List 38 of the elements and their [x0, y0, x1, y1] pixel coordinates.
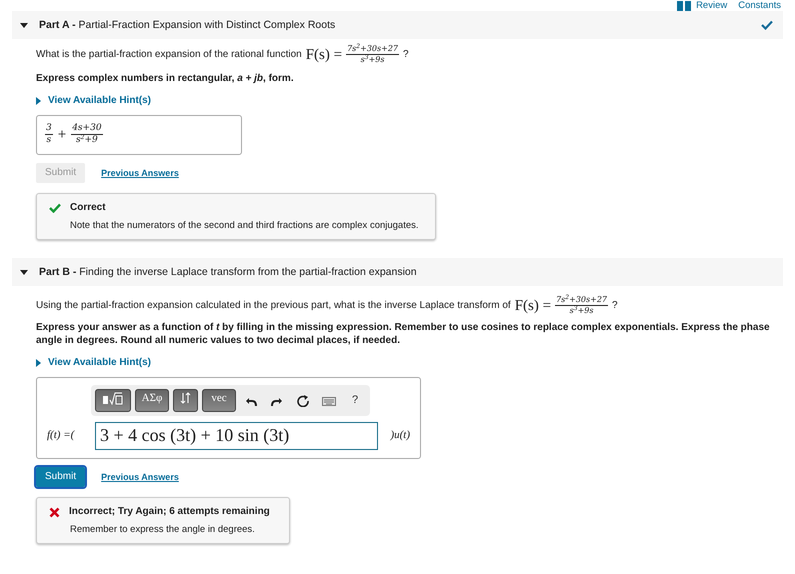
question-text: Using the partial-fraction expansion calculated in the previous part, what is the inverse Laplace transform of	[36, 300, 511, 312]
toolbar-button[interactable]: ?	[344, 390, 366, 412]
feedback-message: Note that the numerators of the second and third fractions are complex conjugates.	[70, 220, 420, 232]
formula-lhs: F(s) =	[306, 46, 342, 64]
formula-prefix: f(t) =(	[47, 429, 76, 443]
feedback-title: Incorrect; Try Again; 6 attempts remaining	[69, 506, 270, 518]
expand-caret-icon[interactable]	[20, 270, 28, 275]
keyboard-icon[interactable]	[322, 394, 336, 407]
fraction: 3 s	[45, 124, 53, 146]
cross-icon	[49, 506, 60, 518]
question-text: What is the partial-fraction expansion of the rational function	[36, 48, 302, 61]
hint-link[interactable]: View Available Hint(s)	[36, 95, 151, 108]
question-mark: ?	[403, 48, 409, 61]
part-title: Part A - Partial-Fraction Expansion with Distinct Complex Roots	[39, 18, 336, 32]
formula-suffix: )u(t)	[390, 429, 410, 443]
expand-caret-icon[interactable]	[20, 22, 28, 28]
plus-sign: +	[58, 126, 66, 144]
previous-answers-link[interactable]: Previous Answers	[101, 168, 179, 178]
part-title: Part B - Finding the inverse Laplace transform from the partial-fraction expansion	[39, 266, 417, 279]
check-icon	[49, 203, 61, 214]
previous-answers-link[interactable]: Previous Answers	[101, 472, 179, 482]
formula-lhs: F(s) =	[514, 297, 552, 316]
book-icon	[677, 0, 692, 10]
instruction-text: Express complex numbers in rectangular, a + jb, form.	[36, 72, 295, 86]
toolbar-button[interactable]: vec	[202, 389, 236, 412]
instruction-text: Express your answer as a function of t by filling in the missing expression. Remember to use cosines to replace complex exponentials. Express the phase angle in degrees. Round all numeric values to two decimal places, if needed.	[36, 322, 771, 348]
toolbar-button[interactable]: ΑΣφ	[135, 389, 169, 412]
top-link[interactable]: Review	[696, 0, 728, 10]
answer-field[interactable]: 3 + 4 cos (3t) + 10 sin (3t)	[95, 422, 378, 450]
feedback-title: Correct	[70, 202, 106, 214]
arrows-icon[interactable]	[173, 389, 198, 412]
question-mark: ?	[612, 300, 618, 312]
reset-icon[interactable]	[297, 394, 309, 407]
templates-icon[interactable]	[95, 389, 131, 412]
hint-link[interactable]: View Available Hint(s)	[36, 357, 151, 370]
feedback-message: Remember to express the angle in degrees.	[70, 524, 256, 536]
submit-button[interactable]: Submit	[36, 467, 86, 488]
top-link[interactable]: Constants	[738, 0, 781, 10]
